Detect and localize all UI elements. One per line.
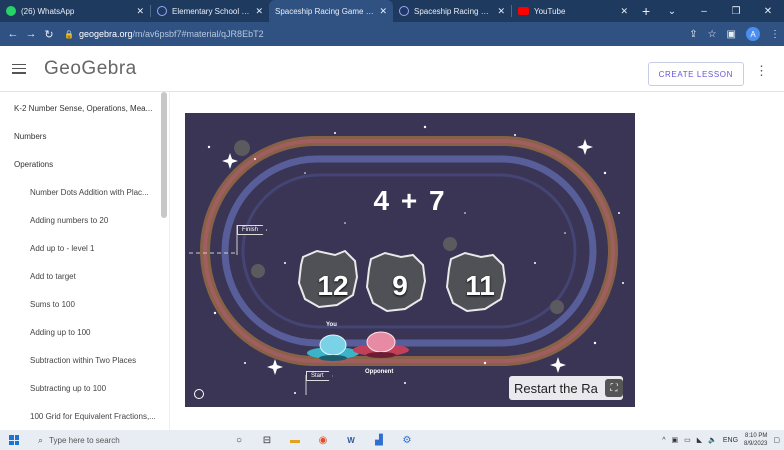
close-tab-icon[interactable]: ✕ [379, 6, 387, 17]
close-tab-icon[interactable]: ✕ [620, 6, 628, 17]
tab-whatsapp[interactable]: (26) WhatsApp ✕ [0, 0, 150, 22]
sidebar-item-adding-up-to-100[interactable]: Adding up to 100 [0, 328, 160, 337]
sidebar-item-100-grid[interactable]: 100 Grid for Equivalent Fractions,... [0, 412, 160, 421]
tray-app-icon[interactable]: ▣ [671, 436, 678, 444]
browser-tab-strip: (26) WhatsApp ✕ Elementary School Math: … [0, 0, 784, 22]
tab-spaceship-racing-active[interactable]: Spaceship Racing Game – G ✕ [269, 0, 393, 22]
fullscreen-icon[interactable]: ⛶ [605, 379, 623, 397]
settings-gear-icon[interactable]: ⚙ [400, 433, 414, 447]
clock[interactable]: 8:10 PM 8/9/2023 [744, 432, 767, 448]
forward-arrow-icon[interactable]: → [22, 28, 40, 40]
sidebar-item-numbers[interactable]: Numbers [0, 132, 160, 141]
window-controls: ⌄ – ❐ ✕ [656, 0, 784, 22]
sidepanel-icon[interactable]: ▣ [727, 29, 736, 40]
search-placeholder: Type here to search [49, 435, 120, 445]
clock-date: 8/9/2023 [744, 441, 768, 447]
close-tab-icon[interactable]: ✕ [136, 6, 144, 17]
sidebar-item-add-up-to-level1[interactable]: Add up to - level 1 [0, 244, 160, 253]
opponent-label: Opponent [365, 369, 394, 375]
search-icon: ⌕ [38, 434, 44, 445]
notification-icon[interactable]: ▢ [773, 436, 780, 444]
profile-avatar[interactable]: A [746, 27, 760, 41]
sidebar-item-subtraction-two-places[interactable]: Subtraction within Two Places [0, 356, 160, 365]
geogebra-header: GeoGebra CREATE LESSON ⋮ [0, 46, 784, 92]
new-tab-button[interactable]: + [634, 0, 658, 22]
sidebar-item-subtracting-up-to-100[interactable]: Subtracting up to 100 [0, 384, 160, 393]
more-options-icon[interactable]: ⋮ [755, 63, 768, 79]
answer-asteroid-1[interactable]: 12 [298, 251, 368, 321]
task-view-icon[interactable]: ⊟ [260, 433, 274, 447]
screen: (26) WhatsApp ✕ Elementary School Math: … [0, 0, 784, 450]
tab-title: Spaceship Racing Game – G [414, 6, 493, 16]
tab-title: (26) WhatsApp [21, 6, 75, 16]
player-label: You [326, 322, 337, 328]
sidebar-item-operations[interactable]: Operations [0, 160, 160, 169]
close-tab-icon[interactable]: ✕ [497, 6, 505, 17]
sidebar-item-chapter[interactable]: K-2 Number Sense, Operations, Mea... [0, 104, 160, 113]
bookmark-star-icon[interactable]: ☆ [708, 29, 717, 40]
clock-time: 8:10 PM [745, 433, 768, 439]
hamburger-menu-icon[interactable] [12, 63, 26, 74]
cortana-icon[interactable]: ○ [232, 433, 246, 447]
tab-title: Spaceship Racing Game – G [275, 6, 376, 16]
file-explorer-icon[interactable]: ▬ [288, 433, 302, 447]
browser-address-bar: ← → ↻ 🔒 geogebra.org /m/av6psbf7#materia… [0, 22, 784, 46]
windows-taskbar: ⌕ Type here to search ○ ⊟ ▬ ◉ W ▟ ⚙ ^ ▣ … [0, 430, 784, 450]
tab-youtube[interactable]: YouTube ✕ [512, 0, 634, 22]
geogebra-icon [157, 6, 167, 16]
photos-icon[interactable]: ▟ [372, 433, 386, 447]
youtube-icon [518, 7, 529, 15]
lock-icon: 🔒 [64, 29, 74, 39]
geogebra-logo[interactable]: GeoGebra [44, 58, 137, 80]
close-window-icon[interactable]: ✕ [752, 6, 784, 17]
answer-asteroid-3[interactable]: 11 [445, 251, 515, 321]
show-hidden-icons-icon[interactable]: ^ [662, 437, 665, 444]
math-problem: 4 + 7 [373, 185, 447, 216]
windows-logo-icon [9, 435, 19, 445]
sidebar-item-add-to-target[interactable]: Add to target [0, 272, 160, 281]
player-spaceship [307, 334, 359, 361]
sidebar-item-adding-to-20[interactable]: Adding numbers to 20 [0, 216, 160, 225]
finish-flag: Finish [237, 225, 268, 235]
browser-menu-icon[interactable]: ⋮ [770, 29, 780, 40]
maximize-icon[interactable]: ❐ [720, 6, 752, 17]
taskbar-search-field[interactable]: ⌕ Type here to search [32, 432, 204, 448]
word-icon[interactable]: W [344, 433, 358, 447]
close-tab-icon[interactable]: ✕ [255, 6, 263, 17]
battery-icon[interactable]: ▭ [684, 436, 691, 444]
taskbar-apps: ○ ⊟ ▬ ◉ W ▟ ⚙ [232, 430, 414, 450]
language-indicator[interactable]: ENG [723, 437, 738, 444]
wifi-icon[interactable]: ◣ [697, 436, 702, 444]
start-flag: Start [306, 371, 333, 381]
toolbar-actions: ⇪ ☆ ▣ A ⋮ [689, 22, 780, 46]
reload-icon[interactable]: ↻ [40, 28, 58, 41]
minimize-icon[interactable]: – [688, 6, 720, 17]
tab-spaceship-racing[interactable]: Spaceship Racing Game – G ✕ [393, 0, 511, 22]
sidebar-book-toc: K-2 Number Sense, Operations, Mea... Num… [0, 92, 170, 430]
whatsapp-icon [6, 6, 16, 16]
chrome-icon[interactable]: ◉ [316, 433, 330, 447]
geogebra-icon [399, 6, 409, 16]
tab-title: YouTube [534, 6, 566, 16]
spaceship-racing-game-applet[interactable]: 4 + 7 12 9 11 You Opponent Finish Start … [185, 113, 635, 407]
answer-asteroid-2[interactable]: 9 [365, 251, 435, 321]
tab-title: Elementary School Math: 30 [172, 6, 252, 16]
url-field[interactable]: 🔒 geogebra.org /m/av6psbf7#material/qJR8… [64, 29, 264, 39]
share-icon[interactable]: ⇪ [689, 29, 697, 40]
sidebar-item-number-dots[interactable]: Number Dots Addition with Plac... [0, 188, 160, 197]
sidebar-scrollbar-thumb[interactable] [161, 92, 167, 218]
create-lesson-button[interactable]: CREATE LESSON [647, 62, 744, 86]
url-host: geogebra.org [78, 29, 133, 39]
sidebar-item-sums-to-100[interactable]: Sums to 100 [0, 300, 160, 309]
sidebar-scrollbar[interactable] [161, 92, 167, 430]
back-arrow-icon[interactable]: ← [4, 28, 22, 40]
main-content: 4 + 7 12 9 11 You Opponent Finish Start … [170, 92, 784, 430]
geogebra-badge-icon [194, 389, 204, 399]
start-button[interactable] [4, 435, 24, 445]
volume-icon[interactable]: 🔈 [708, 436, 717, 444]
tab-search-icon[interactable]: ⌄ [656, 6, 688, 17]
url-path: /m/av6psbf7#material/qJR8EbT2 [132, 29, 264, 39]
system-tray: ^ ▣ ▭ ◣ 🔈 ENG 8:10 PM 8/9/2023 ▢ [662, 430, 780, 450]
tab-elementary-math[interactable]: Elementary School Math: 30 ✕ [151, 0, 269, 22]
